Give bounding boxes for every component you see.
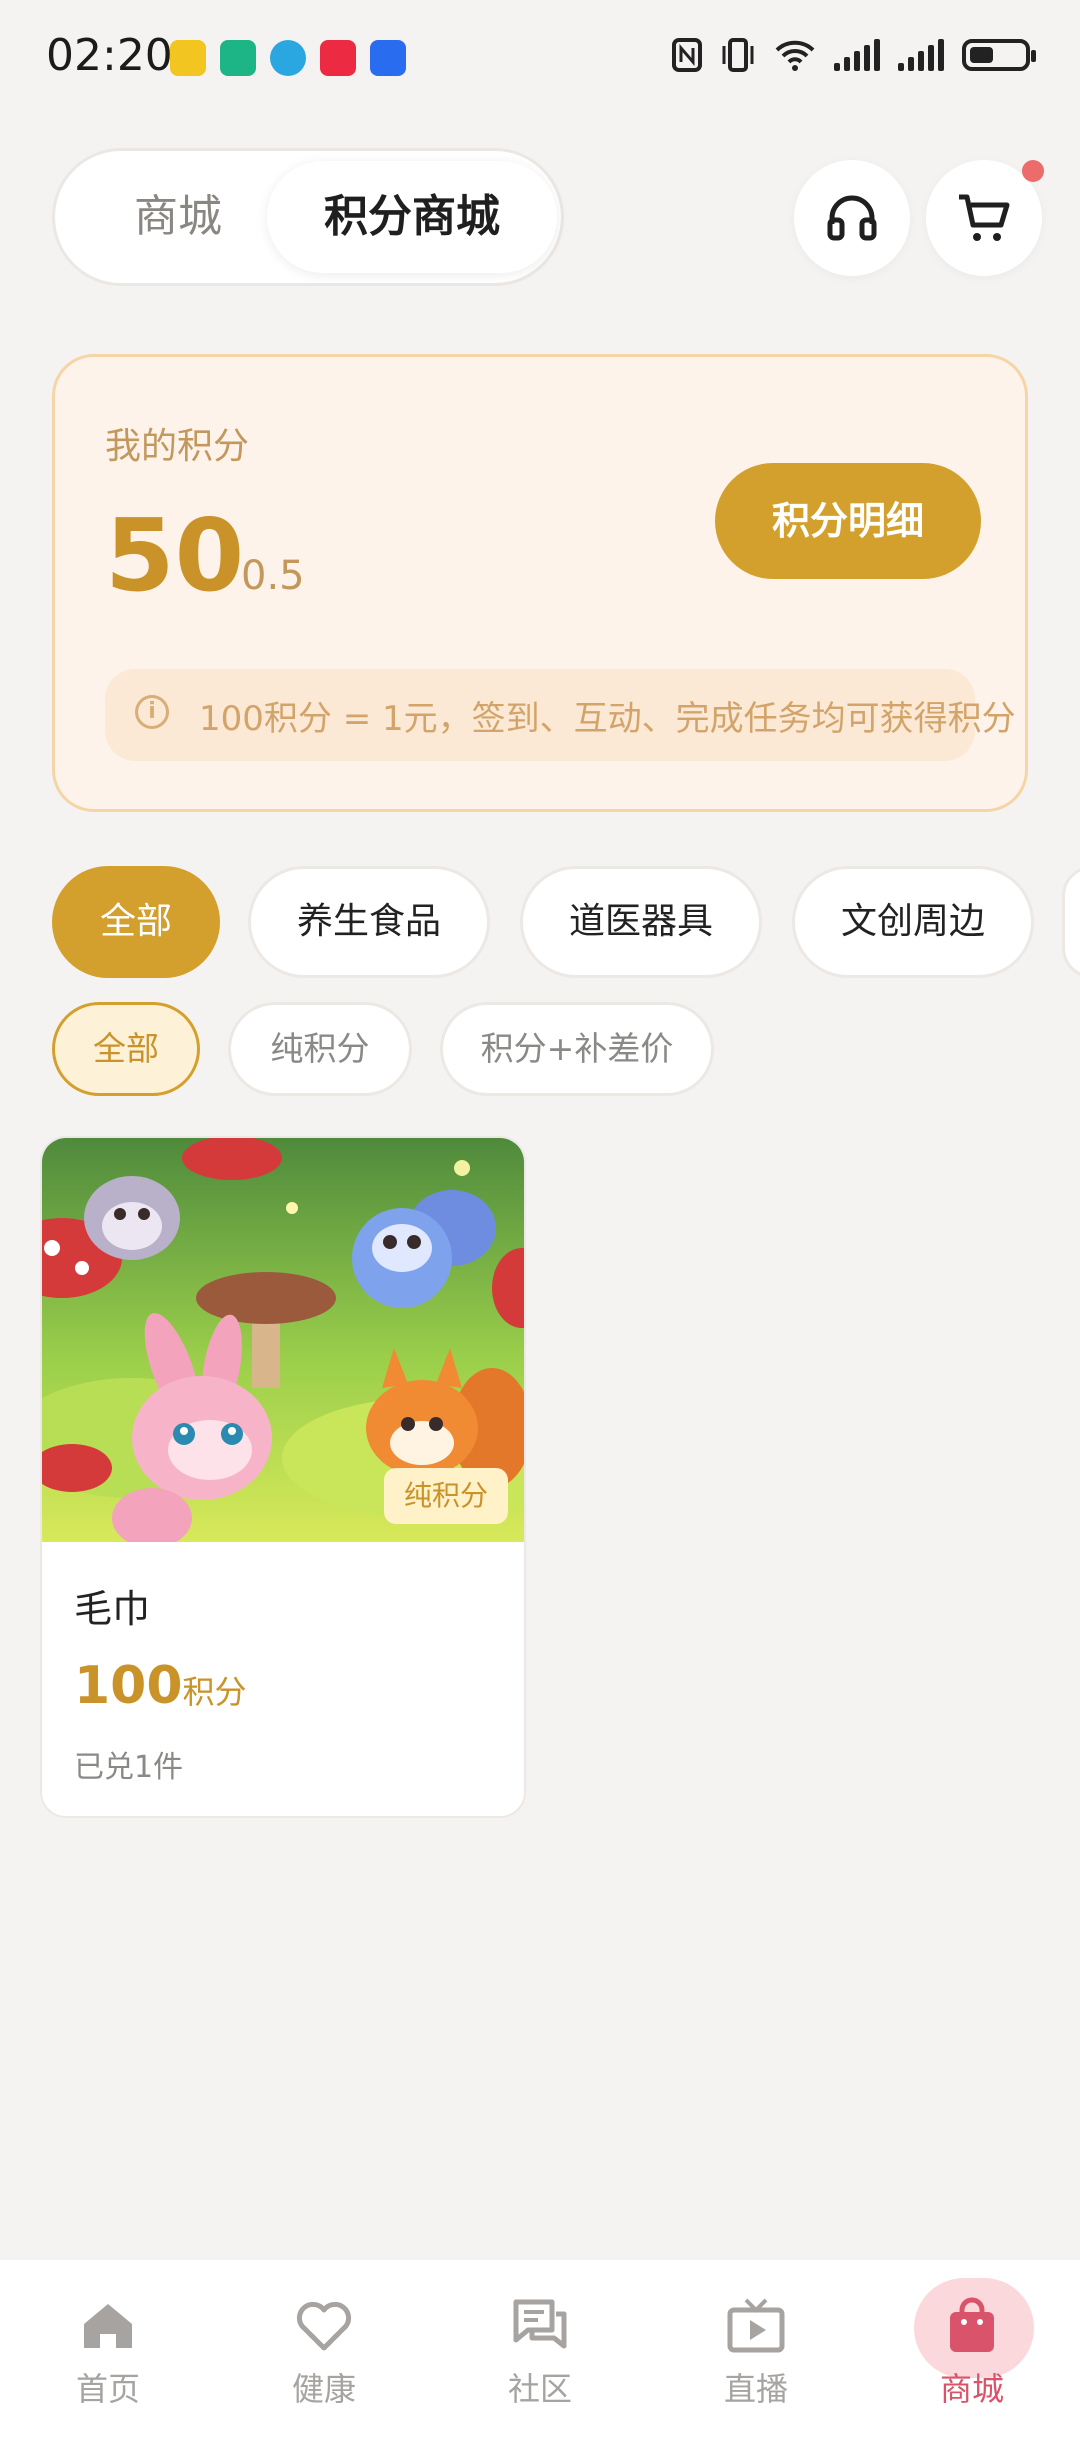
nav-live-label: 直播 bbox=[723, 2370, 788, 2408]
heart-icon bbox=[296, 2301, 352, 2351]
product-type-badge: 纯积分 bbox=[384, 1468, 508, 1524]
nav-community[interactable]: 社区 bbox=[432, 2260, 648, 2440]
category-chip-merch[interactable]: 文创周边 bbox=[792, 866, 1034, 978]
category-chip-health-food[interactable]: 养生食品 bbox=[248, 866, 490, 978]
cart-button[interactable] bbox=[926, 160, 1044, 276]
tv-icon bbox=[727, 2298, 785, 2353]
product-price-unit: 积分 bbox=[182, 1673, 247, 1711]
wifi-icon bbox=[775, 40, 815, 71]
status-time: 02:20 bbox=[46, 30, 173, 81]
points-decimal: 0.5 bbox=[241, 553, 305, 599]
nfc-icon bbox=[672, 38, 702, 72]
vibrate-icon bbox=[722, 38, 754, 72]
filter-chip-points-plus-cash[interactable]: 积分+补差价 bbox=[440, 1002, 714, 1096]
signal-icon-1 bbox=[834, 39, 880, 71]
status-bar: 02:20 bbox=[0, 0, 1080, 120]
points-value: 50 bbox=[105, 497, 245, 614]
points-tip: i 100积分 = 1元，签到、互动、完成任务均可获得积分 bbox=[105, 669, 1016, 761]
points-detail-button[interactable]: 积分明细 bbox=[715, 463, 981, 579]
points-card: 我的积分 50 0.5 积分明细 i 100积分 = 1元，签到、互动、完成任务… bbox=[52, 354, 1028, 812]
category-chip-tools[interactable]: 道医器具 bbox=[520, 866, 762, 978]
nav-community-label: 社区 bbox=[507, 2370, 572, 2408]
shopping-bag-icon bbox=[950, 2297, 994, 2352]
product-price: 100积分 bbox=[74, 1656, 247, 1716]
status-app-icons bbox=[170, 40, 406, 76]
points-tip-text: 100积分 = 1元，签到、互动、完成任务均可获得积分 bbox=[199, 699, 1016, 739]
game-app-icon bbox=[170, 40, 206, 76]
paper-plane-app-icon bbox=[270, 40, 306, 76]
wechat-mini-icon bbox=[220, 40, 256, 76]
tab-points-mall[interactable]: 积分商城 bbox=[267, 161, 557, 273]
nav-mall[interactable]: 商城 bbox=[864, 2260, 1080, 2440]
info-icon: i bbox=[135, 695, 169, 729]
category-chip-all[interactable]: 全部 bbox=[52, 866, 220, 978]
product-price-value: 100 bbox=[74, 1656, 183, 1716]
product-card[interactable]: 纯积分 毛巾 100积分 已兑1件 bbox=[40, 1136, 526, 1818]
nav-health-label: 健康 bbox=[291, 2370, 356, 2408]
nav-health[interactable]: 健康 bbox=[216, 2260, 432, 2440]
signal-icon-2 bbox=[898, 39, 944, 71]
category-chip-more[interactable] bbox=[1062, 866, 1080, 978]
mall-type-switch: 商城 积分商城 bbox=[52, 148, 564, 286]
light-bulb-app-icon bbox=[370, 40, 406, 76]
customer-service-button[interactable] bbox=[794, 160, 910, 276]
battery-icon bbox=[962, 39, 1036, 71]
product-name: 毛巾 bbox=[74, 1587, 151, 1631]
cart-icon bbox=[959, 194, 1010, 241]
status-system-icons bbox=[672, 38, 1036, 72]
bottom-nav: 首页 健康 社区 直播 商城 bbox=[0, 2260, 1080, 2440]
tab-mall[interactable]: 商城 bbox=[75, 161, 281, 273]
nav-home-label: 首页 bbox=[75, 2370, 140, 2408]
cart-badge-dot bbox=[1022, 160, 1044, 182]
nav-live[interactable]: 直播 bbox=[648, 2260, 864, 2440]
chat-icon bbox=[513, 2299, 567, 2349]
nav-mall-label: 商城 bbox=[939, 2370, 1004, 2408]
product-sold-count: 已兑1件 bbox=[74, 1750, 184, 1785]
home-icon bbox=[84, 2304, 132, 2348]
xiaohongshu-app-icon bbox=[320, 40, 356, 76]
filter-chip-all[interactable]: 全部 bbox=[52, 1002, 200, 1096]
points-title: 我的积分 bbox=[105, 426, 250, 467]
filter-chip-pure-points[interactable]: 纯积分 bbox=[228, 1002, 412, 1096]
nav-home[interactable]: 首页 bbox=[0, 2260, 216, 2440]
headset-icon bbox=[827, 195, 877, 241]
